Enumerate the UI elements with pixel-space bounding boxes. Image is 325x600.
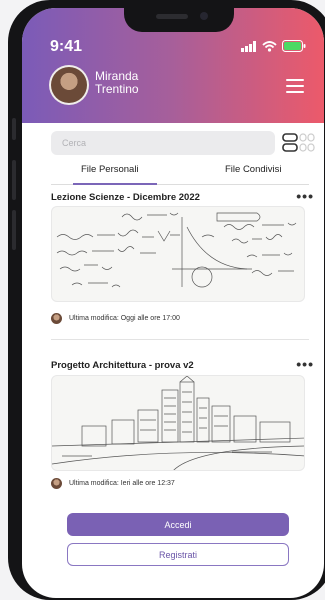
status-time: 9:41 — [50, 38, 83, 55]
last-modified: Ultima modifica: Ieri alle ore 12:37 — [69, 480, 175, 487]
owner-avatar — [51, 478, 62, 489]
status-icons — [241, 40, 306, 52]
active-tab-indicator — [73, 183, 157, 185]
signal-icon — [241, 40, 256, 52]
more-options-icon[interactable]: ••• — [296, 356, 314, 372]
file-title[interactable]: Progetto Architettura - prova v2 — [51, 360, 194, 371]
search-input[interactable] — [51, 131, 275, 155]
file-tabs: File Personali File Condivisi — [51, 162, 309, 185]
file-thumbnail-math[interactable] — [51, 206, 305, 302]
wifi-icon — [262, 40, 277, 52]
register-button[interactable]: Registrati — [67, 543, 289, 566]
mute-switch — [12, 118, 16, 140]
user-name: Miranda Trentino — [95, 69, 139, 96]
battery-icon — [282, 40, 306, 52]
view-toggle-icon[interactable] — [282, 133, 316, 153]
app-screen: 9:41 Miranda Trentino Cerca File Persona… — [22, 8, 324, 598]
last-modified: Ultima modifica: Oggi alle ore 17:00 — [69, 315, 180, 322]
file-title[interactable]: Lezione Scienze - Dicembre 2022 — [51, 192, 200, 203]
tab-file-personali[interactable]: File Personali — [81, 164, 139, 175]
phone-frame: 9:41 Miranda Trentino Cerca File Persona… — [8, 0, 325, 600]
avatar[interactable] — [49, 65, 89, 105]
notch — [124, 8, 234, 32]
file-thumbnail-architecture[interactable] — [51, 375, 305, 471]
more-options-icon[interactable]: ••• — [296, 188, 314, 204]
tab-file-condivisi[interactable]: File Condivisi — [225, 164, 282, 175]
volume-down-button — [12, 210, 16, 250]
math-sketch-image — [56, 212, 297, 288]
login-button[interactable]: Accedi — [67, 513, 289, 536]
file-meta: Ultima modifica: Oggi alle ore 17:00 — [51, 313, 180, 324]
hamburger-menu-icon[interactable] — [286, 79, 304, 93]
file-meta: Ultima modifica: Ieri alle ore 12:37 — [51, 478, 175, 489]
divider — [51, 339, 309, 340]
city-sketch-image — [52, 376, 304, 470]
volume-up-button — [12, 160, 16, 200]
owner-avatar — [51, 313, 62, 324]
